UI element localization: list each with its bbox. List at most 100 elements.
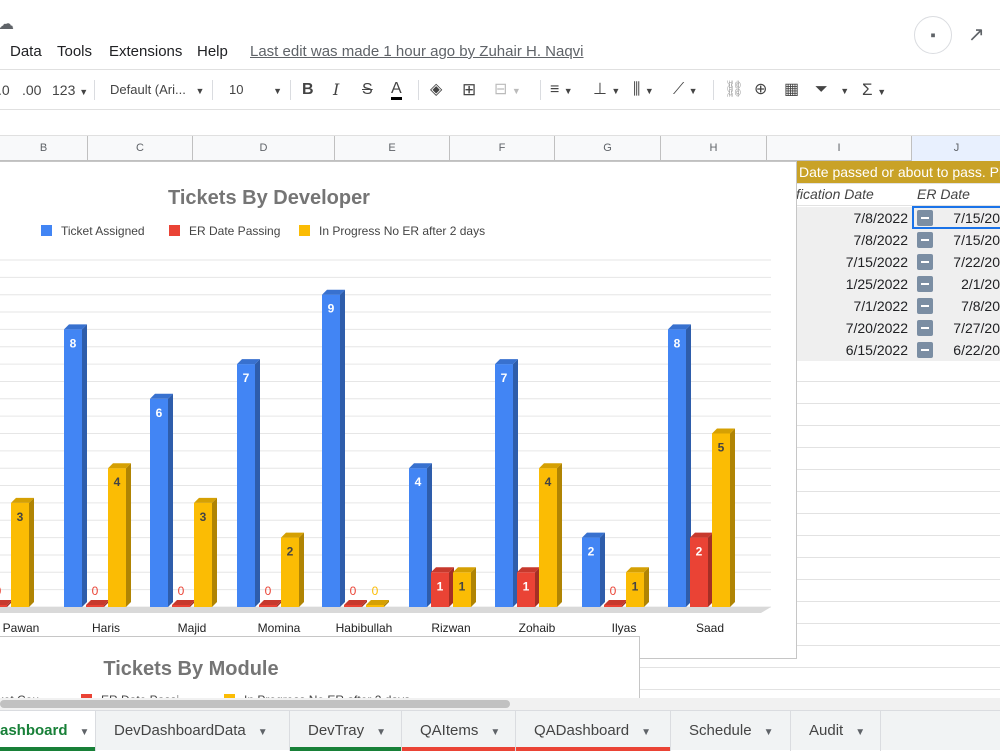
tab-menu-arrow-icon[interactable]: ▼ xyxy=(641,727,651,738)
tab-menu-arrow-icon[interactable]: ▼ xyxy=(80,727,90,738)
bold-button[interactable]: B xyxy=(302,80,314,100)
chart-tickets-by-developer[interactable]: Tickets By Developer Ticket Assigned ER Da… xyxy=(0,161,797,659)
bar[interactable] xyxy=(668,324,691,607)
notification-date-cell[interactable]: 7/1/2022 xyxy=(854,298,909,314)
tab-menu-arrow-icon[interactable]: ▼ xyxy=(376,727,386,738)
sheet-tab[interactable]: QAItems ▼ xyxy=(402,711,516,751)
borders-icon[interactable]: ⊞ xyxy=(462,80,476,100)
table-row[interactable]: 7/15/2022 7/22/20 xyxy=(796,251,1000,273)
col-header-i[interactable]: I xyxy=(767,136,912,161)
er-date-cell[interactable]: 7/22/20 xyxy=(932,254,1000,270)
align-vertical-icon[interactable]: ⊥ ▼ xyxy=(593,80,620,101)
collapse-minus-icon[interactable] xyxy=(917,342,933,358)
notification-date-cell[interactable]: 1/25/2022 xyxy=(846,276,908,292)
bar[interactable] xyxy=(150,393,173,607)
bar[interactable] xyxy=(172,600,195,607)
notification-date-cell[interactable]: 7/15/2022 xyxy=(846,254,908,270)
table-row[interactable]: 7/1/2022 7/8/20 xyxy=(796,295,1000,317)
increase-decimal-label: .00 xyxy=(22,82,42,98)
collapse-minus-icon[interactable] xyxy=(917,254,933,270)
menu-tools[interactable]: Tools xyxy=(57,43,92,60)
sheet-tab[interactable]: QADashboard ▼ xyxy=(516,711,671,751)
col-header-j[interactable]: J xyxy=(912,136,1000,161)
menu-help[interactable]: Help xyxy=(197,43,228,60)
functions-button[interactable]: Σ ▼ xyxy=(862,80,886,102)
col-header-d[interactable]: D xyxy=(193,136,335,161)
sheet-tab[interactable]: DevDashboardData ▼ xyxy=(96,711,290,751)
notification-date-cell[interactable]: 7/8/2022 xyxy=(854,232,909,248)
more-formats-button[interactable]: 123 ▼ xyxy=(52,80,88,102)
bar[interactable] xyxy=(322,289,345,607)
bar[interactable] xyxy=(604,600,627,607)
text-rotation-icon[interactable]: ⟋ ▼ xyxy=(673,80,698,101)
tab-menu-arrow-icon[interactable]: ▼ xyxy=(258,727,268,738)
notification-date-cell[interactable]: 7/20/2022 xyxy=(846,320,908,336)
bar[interactable] xyxy=(495,359,518,607)
notification-date-cell[interactable]: 7/8/2022 xyxy=(854,210,909,226)
collapse-minus-icon[interactable] xyxy=(917,232,933,248)
warning-banner-cell[interactable]: Date passed or about to pass. Pl xyxy=(796,161,1000,183)
col-header-g[interactable]: G xyxy=(555,136,661,161)
col-header-h[interactable]: H xyxy=(661,136,767,161)
increase-decimal-button[interactable]: .00 xyxy=(22,80,41,100)
notification-date-cell[interactable]: 6/15/2022 xyxy=(846,342,908,358)
insert-comment-icon[interactable]: ⊕ xyxy=(754,80,767,100)
er-date-cell[interactable]: 2/1/20 xyxy=(932,276,1000,292)
sheet-tab[interactable]: DevTray ▼ xyxy=(290,711,402,751)
fill-color-icon[interactable]: ◈ xyxy=(430,80,442,100)
bar[interactable] xyxy=(86,600,109,607)
bar-side xyxy=(600,532,605,607)
text-color-button[interactable]: A xyxy=(391,80,402,100)
font-size-select[interactable]: 10 ▼ xyxy=(229,80,282,101)
bar[interactable] xyxy=(259,600,282,607)
horizontal-scrollbar-thumb[interactable] xyxy=(0,700,510,708)
insert-link-icon[interactable]: ⛓ xyxy=(724,80,744,100)
table-row[interactable]: 7/8/2022 7/15/20 xyxy=(796,229,1000,251)
bar[interactable] xyxy=(64,324,87,607)
tab-menu-arrow-icon[interactable]: ▼ xyxy=(490,727,500,738)
tab-menu-arrow-icon[interactable]: ▼ xyxy=(855,727,865,738)
explore-trend-icon[interactable]: ↗ xyxy=(968,22,985,47)
italic-button[interactable]: I xyxy=(333,80,339,100)
decrease-decimal-button[interactable]: .0 xyxy=(0,80,10,100)
er-date-cell[interactable]: 7/15/20 xyxy=(932,232,1000,248)
table-row[interactable]: 7/20/2022 7/27/20 xyxy=(796,317,1000,339)
collapse-minus-icon[interactable] xyxy=(917,320,933,336)
strikethrough-button[interactable]: S xyxy=(362,80,373,100)
table-row[interactable]: 1/25/2022 2/1/20 xyxy=(796,273,1000,295)
header-er-date[interactable]: ER Date xyxy=(917,186,970,202)
er-date-cell[interactable]: 7/8/20 xyxy=(932,298,1000,314)
sheet-tab[interactable]: ashboard ▼ xyxy=(0,711,96,751)
align-horizontal-icon[interactable]: ≡ ▼ xyxy=(550,80,573,101)
meet-button[interactable]: ▪︎ xyxy=(914,16,952,54)
selected-cell[interactable] xyxy=(912,206,1000,229)
collapse-minus-icon[interactable] xyxy=(917,298,933,314)
sheet-tab[interactable]: Schedule ▼ xyxy=(671,711,791,751)
menu-extensions[interactable]: Extensions xyxy=(109,43,182,60)
table-row[interactable]: 6/15/2022 6/22/20 xyxy=(796,339,1000,361)
menu-data[interactable]: Data xyxy=(10,43,42,60)
insert-chart-icon[interactable]: ▦ xyxy=(784,80,799,100)
tab-menu-arrow-icon[interactable]: ▼ xyxy=(764,727,774,738)
bar[interactable] xyxy=(712,428,735,608)
bar[interactable] xyxy=(344,600,367,607)
sheet-tab[interactable]: Audit ▼ xyxy=(791,711,881,751)
col-header-b[interactable]: B xyxy=(0,136,88,161)
bar[interactable] xyxy=(366,600,389,607)
col-header-c[interactable]: C xyxy=(88,136,193,161)
bar[interactable] xyxy=(0,600,12,607)
collapse-minus-icon[interactable] xyxy=(917,276,933,292)
col-header-e[interactable]: E xyxy=(335,136,450,161)
font-select[interactable]: Default (Ari... ▼ xyxy=(110,80,204,101)
text-wrapping-icon[interactable]: ⫼ ▼ xyxy=(633,80,654,101)
data-label: 1 xyxy=(632,579,639,593)
header-notification-date[interactable]: fication Date xyxy=(796,186,874,202)
bar-front xyxy=(0,605,7,607)
last-edit-link[interactable]: Last edit was made 1 hour ago by Zuhair … xyxy=(250,43,584,60)
bar[interactable] xyxy=(237,359,260,607)
er-date-cell[interactable]: 7/27/20 xyxy=(932,320,1000,336)
filter-icon[interactable]: ⏷ ▼ xyxy=(815,80,849,101)
er-date-cell[interactable]: 6/22/20 xyxy=(932,342,1000,358)
col-header-f[interactable]: F xyxy=(450,136,555,161)
merge-cells-icon[interactable]: ⊟ ▼ xyxy=(494,80,521,101)
